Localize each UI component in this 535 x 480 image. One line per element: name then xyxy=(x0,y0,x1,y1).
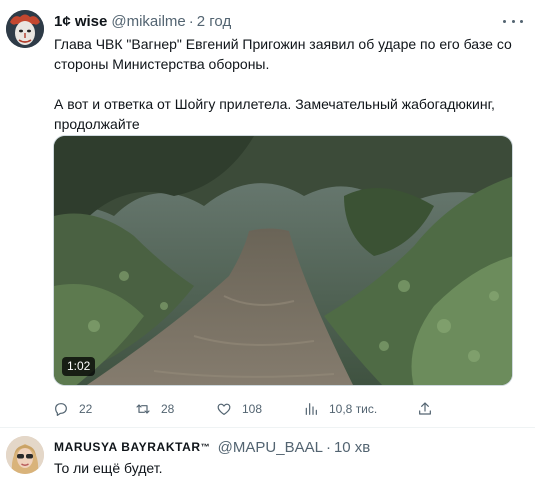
reply-timestamp[interactable]: 10 хв xyxy=(334,439,370,456)
separator-dot: · xyxy=(188,12,194,30)
tweet-thread: 1¢ wise @mikailme · 2 год Глава ЧВК "Ваг… xyxy=(0,0,535,480)
video-player[interactable]: 1:02 xyxy=(53,135,513,386)
reply-icon xyxy=(55,403,67,416)
reply-author-avatar[interactable] xyxy=(6,436,44,474)
reply-tweet-text: То ли ещё будет. xyxy=(54,460,163,476)
retweet-count: 28 xyxy=(161,402,175,416)
author-avatar[interactable] xyxy=(6,10,44,48)
tweet-text-line: Глава ЧВК "Вагнер" Евгений Пригожин заяв… xyxy=(54,36,512,52)
share-icon xyxy=(419,402,431,415)
author-name[interactable]: 1¢ wise xyxy=(54,13,107,30)
like-icon xyxy=(217,403,231,415)
video-duration: 1:02 xyxy=(62,357,96,376)
views-icon xyxy=(305,403,317,415)
more-options-icon[interactable] xyxy=(503,14,523,28)
tweet-text-line: стороны Министерства обороны. xyxy=(54,56,270,72)
tweet-header: 1¢ wise @mikailme · 2 год xyxy=(54,11,231,31)
tweet-text-line: А вот и ответка от Шойгу прилетела. Заме… xyxy=(54,96,495,112)
retweet-icon xyxy=(136,404,150,414)
tweet-text-line: продолжайте xyxy=(54,116,140,132)
share-button[interactable] xyxy=(417,399,433,419)
reply-author-name[interactable]: MARUSYA BAYRAKTAR xyxy=(54,440,201,454)
reply-count: 22 xyxy=(79,402,93,416)
woman-avatar-image xyxy=(6,436,44,474)
like-count: 108 xyxy=(242,402,263,416)
like-button[interactable]: 108 xyxy=(216,399,262,419)
reply-tweet-header: MARUSYA BAYRAKTAR ™ @MAPU_BAAL · 10 хв xyxy=(54,437,370,457)
retweet-button[interactable]: 28 xyxy=(135,399,174,419)
views-count: 10,8 тис. xyxy=(329,402,378,416)
separator-dot: · xyxy=(325,438,331,456)
tweet-text: Глава ЧВК "Вагнер" Евгений Пригожин заяв… xyxy=(54,34,522,134)
video-thumbnail xyxy=(54,136,512,385)
trademark-badge: ™ xyxy=(200,442,210,452)
author-handle[interactable]: @mikailme xyxy=(111,13,185,30)
tweet-actions: 22 28 108 10,8 тис. xyxy=(53,399,443,419)
reply-button[interactable]: 22 xyxy=(53,399,92,419)
tweet-divider xyxy=(0,427,535,428)
reply-author-handle[interactable]: @MAPU_BAAL xyxy=(218,439,323,456)
tweet-timestamp[interactable]: 2 год xyxy=(197,13,231,30)
views-button[interactable]: 10,8 тис. xyxy=(303,399,377,419)
clown-avatar-image xyxy=(6,10,44,48)
